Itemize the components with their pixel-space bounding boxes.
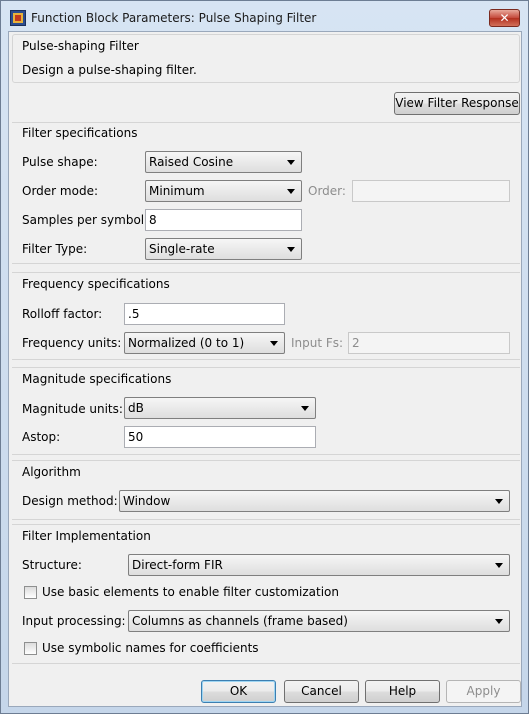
chevron-down-icon [495, 499, 503, 504]
select-value: Columns as channels (frame based) [132, 614, 348, 628]
filter-specifications-group: Filter specifications Pulse shape: Raise… [12, 122, 520, 264]
structure-label: Structure: [22, 558, 82, 572]
chevron-down-icon [301, 406, 309, 411]
rolloff-factor-label: Rolloff factor: [22, 307, 103, 321]
frequency-units-label: Frequency units: [22, 336, 122, 350]
close-button[interactable]: ✕ [489, 9, 520, 27]
group-title: Filter specifications [22, 126, 138, 140]
samples-per-symbol-input[interactable]: 8 [145, 209, 302, 231]
astop-label: Astop: [22, 430, 61, 444]
basic-elements-checkbox[interactable] [24, 586, 37, 599]
simulink-block-icon [10, 10, 26, 26]
structure-select[interactable]: Direct-form FIR [128, 554, 510, 576]
algorithm-group: Algorithm Design method: Window [12, 460, 520, 520]
chevron-down-icon [287, 247, 295, 252]
select-value: dB [128, 401, 144, 415]
order-label: Order: [308, 184, 346, 198]
dialog-body: Pulse-shaping Filter Design a pulse-shap… [8, 31, 522, 707]
help-button[interactable]: Help [365, 680, 440, 703]
apply-button[interactable]: Apply [446, 680, 521, 703]
select-value: Minimum [149, 184, 205, 198]
samples-per-symbol-label: Samples per symbol [22, 213, 145, 227]
view-filter-response-button[interactable]: View Filter Response [394, 92, 520, 115]
chevron-down-icon [495, 563, 503, 568]
input-processing-select[interactable]: Columns as channels (frame based) [128, 610, 510, 632]
order-input[interactable] [352, 180, 510, 202]
input-fs-label: Input Fs: [291, 336, 344, 350]
input-processing-label: Input processing: [22, 614, 126, 628]
order-mode-label: Order mode: [22, 184, 98, 198]
frequency-units-select[interactable]: Normalized (0 to 1) [124, 332, 285, 354]
magnitude-units-select[interactable]: dB [124, 397, 316, 419]
block-description: Design a pulse-shaping filter. [22, 63, 197, 77]
design-method-label: Design method: [22, 494, 118, 508]
symbolic-names-checkbox[interactable] [24, 642, 37, 655]
close-icon: ✕ [499, 11, 510, 25]
frequency-specifications-group: Frequency specifications Rolloff factor:… [12, 272, 520, 360]
select-value: Window [123, 494, 171, 508]
basic-elements-label[interactable]: Use basic elements to enable filter cust… [42, 585, 339, 599]
group-title: Magnitude specifications [22, 372, 172, 386]
select-value: Normalized (0 to 1) [128, 336, 245, 350]
cancel-button[interactable]: Cancel [284, 680, 359, 703]
chevron-down-icon [287, 189, 295, 194]
ok-button[interactable]: OK [201, 680, 276, 703]
symbolic-names-label[interactable]: Use symbolic names for coefficients [42, 641, 259, 655]
design-method-select[interactable]: Window [119, 490, 510, 512]
magnitude-specifications-group: Magnitude specifications Magnitude units… [12, 367, 520, 455]
input-fs-input[interactable]: 2 [348, 332, 510, 354]
chevron-down-icon [495, 619, 503, 624]
block-description-panel: Pulse-shaping Filter Design a pulse-shap… [12, 34, 520, 83]
pulse-shape-select[interactable]: Raised Cosine [145, 151, 302, 173]
group-title: Filter Implementation [22, 529, 151, 543]
chevron-down-icon [270, 341, 278, 346]
group-title: Algorithm [22, 465, 81, 479]
chevron-down-icon [287, 160, 295, 165]
order-mode-select[interactable]: Minimum [145, 180, 302, 202]
filter-type-label: Filter Type: [22, 242, 88, 256]
rolloff-factor-input[interactable]: .5 [124, 303, 285, 325]
filter-implementation-group: Filter Implementation Structure: Direct-… [12, 524, 520, 664]
magnitude-units-label: Magnitude units: [22, 402, 123, 416]
select-value: Direct-form FIR [132, 558, 223, 572]
dialog-window: Function Block Parameters: Pulse Shaping… [0, 0, 529, 714]
filter-type-select[interactable]: Single-rate [145, 238, 302, 260]
title-bar[interactable]: Function Block Parameters: Pulse Shaping… [1, 1, 528, 31]
select-value: Single-rate [149, 242, 215, 256]
block-title: Pulse-shaping Filter [22, 39, 139, 53]
group-title: Frequency specifications [22, 277, 170, 291]
astop-input[interactable]: 50 [124, 426, 316, 448]
window-title: Function Block Parameters: Pulse Shaping… [31, 11, 317, 25]
select-value: Raised Cosine [149, 155, 234, 169]
pulse-shape-label: Pulse shape: [22, 155, 98, 169]
